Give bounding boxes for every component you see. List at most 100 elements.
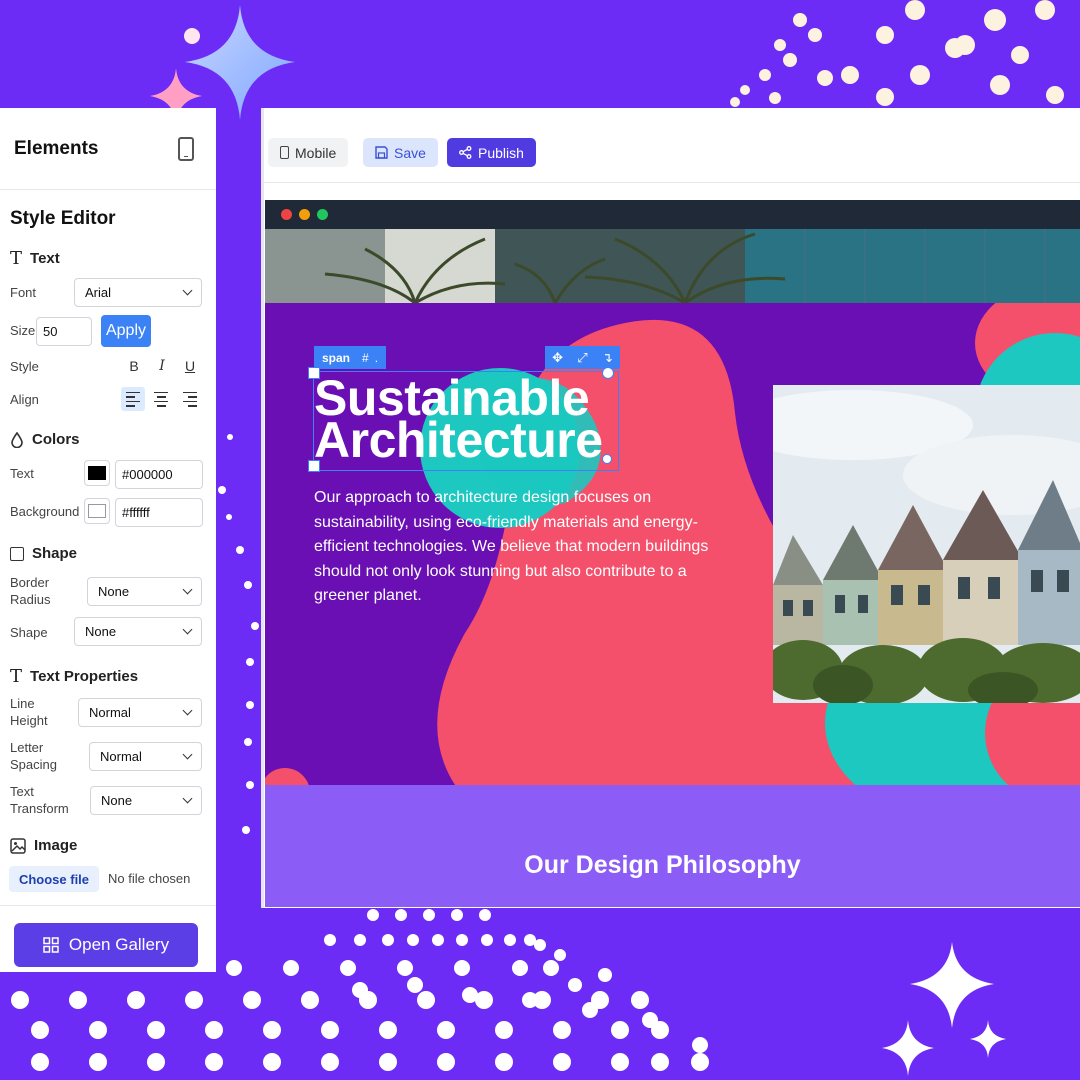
text-color-swatch[interactable] [84, 460, 110, 486]
publish-label: Publish [478, 144, 524, 161]
palm-trees-image [265, 229, 1080, 303]
painted-ladies-photo [773, 385, 1080, 703]
droplet-icon [11, 431, 23, 448]
align-left-icon [126, 391, 140, 407]
hero-description[interactable]: Our approach to architecture design focu… [314, 486, 744, 609]
chevron-down-icon [182, 793, 193, 804]
text-icon: T [10, 666, 23, 687]
mobile-label: Mobile [295, 144, 337, 161]
align-right-button[interactable] [178, 387, 202, 411]
colors-section-label: Colors [32, 431, 80, 448]
selection-tag[interactable]: span #. [314, 346, 387, 369]
select-parent-icon[interactable]: ↴ [602, 350, 613, 366]
share-icon [459, 146, 472, 159]
hero-section: span #. ✥ ⤢ ↴ Sustainable Architecture Ou… [265, 303, 1080, 785]
text-color-input[interactable]: #000000 [115, 460, 203, 489]
grid-icon [43, 937, 59, 953]
border-radius-label: Border Radius [10, 575, 51, 607]
background-color-input[interactable]: #ffffff [115, 498, 203, 527]
shape-label: Shape [10, 625, 48, 640]
mobile-button[interactable]: Mobile [268, 138, 349, 167]
tag-class: . [374, 350, 379, 365]
resize-icon[interactable]: ⤢ [577, 350, 587, 366]
move-icon[interactable]: ✥ [552, 350, 563, 366]
rotate-handle[interactable] [602, 454, 612, 464]
line-height-label: Line Height [10, 696, 48, 728]
divider [0, 905, 216, 906]
align-center-button[interactable] [149, 387, 173, 411]
background-color-swatch[interactable] [84, 498, 110, 524]
color-preview [88, 466, 106, 480]
text-properties-label: Text Properties [30, 668, 139, 685]
sparkle-icon [882, 942, 1006, 1076]
style-label: Style [10, 359, 39, 374]
selection-toolbar: ✥ ⤢ ↴ [545, 346, 620, 369]
underline-button[interactable]: U [178, 354, 202, 378]
open-gallery-label: Open Gallery [68, 935, 170, 954]
phone-icon[interactable] [178, 136, 194, 161]
shape-section-label: Shape [32, 545, 78, 562]
letter-spacing-select[interactable]: Normal [89, 742, 202, 771]
align-center-icon [154, 391, 168, 407]
tag-id: # [362, 350, 369, 365]
divider [264, 182, 1080, 183]
browser-titlebar [265, 200, 1080, 229]
shape-select[interactable]: None [74, 617, 202, 646]
line-height-value: Normal [89, 705, 131, 720]
letter-spacing-label: Letter Spacing [10, 740, 57, 772]
background-color-label: Background [10, 504, 80, 519]
minimize-dot[interactable] [299, 209, 310, 220]
open-gallery-button[interactable]: Open Gallery [14, 923, 198, 967]
text-color-label: Text [10, 466, 34, 481]
text-transform-select[interactable]: None [90, 786, 202, 815]
panel-title: Elements [14, 137, 99, 159]
image-section-label: Image [34, 837, 78, 854]
text-transform-value: None [101, 793, 133, 808]
hero-title[interactable]: Sustainable Architecture [314, 373, 603, 468]
font-select-value: Arial [85, 285, 112, 300]
bold-button[interactable]: B [122, 354, 146, 378]
style-editor-heading: Style Editor [10, 208, 116, 229]
save-label: Save [394, 144, 426, 161]
text-section-heading: T Text [0, 248, 60, 269]
chevron-down-icon [182, 285, 193, 296]
chevron-down-icon [182, 749, 193, 760]
choose-file-button[interactable]: Choose file [9, 866, 99, 892]
align-label: Align [10, 392, 39, 407]
size-label: Size [10, 323, 36, 338]
line-height-select[interactable]: Normal [78, 698, 202, 727]
size-input[interactable]: 50 [36, 317, 92, 346]
resize-handle[interactable] [602, 367, 614, 379]
text-icon: T [10, 248, 23, 269]
border-radius-value: None [98, 584, 130, 599]
border-radius-select[interactable]: None [87, 577, 202, 606]
text-section-label: Text [30, 250, 60, 267]
philosophy-heading[interactable]: Our Design Philosophy [524, 851, 800, 880]
color-preview [88, 504, 106, 518]
save-icon [375, 146, 388, 159]
close-dot[interactable] [281, 209, 292, 220]
houses-image[interactable] [773, 385, 1080, 703]
colors-section-heading: Colors [0, 431, 80, 448]
text-properties-heading: T Text Properties [0, 666, 138, 687]
chevron-down-icon [182, 584, 193, 595]
philosophy-section: Our Design Philosophy [265, 785, 1080, 907]
text-transform-label: Text Transform [10, 784, 69, 816]
save-button[interactable]: Save [363, 138, 438, 167]
align-left-button[interactable] [121, 387, 145, 411]
image-section-heading: Image [0, 837, 77, 854]
phone-icon [280, 146, 289, 159]
panel-header: Elements [0, 108, 216, 190]
italic-button[interactable]: I [150, 354, 174, 378]
apply-button[interactable]: Apply [101, 315, 151, 347]
chevron-down-icon [182, 624, 193, 635]
letter-spacing-value: Normal [100, 749, 142, 764]
hero-title-line: Architecture [314, 412, 603, 468]
maximize-dot[interactable] [317, 209, 328, 220]
font-select[interactable]: Arial [74, 278, 202, 307]
header-photo [265, 229, 1080, 303]
publish-button[interactable]: Publish [447, 138, 536, 167]
browser-preview: span #. ✥ ⤢ ↴ Sustainable Architecture Ou… [265, 200, 1080, 908]
image-icon [10, 837, 26, 854]
shape-section-heading: Shape [0, 545, 77, 562]
